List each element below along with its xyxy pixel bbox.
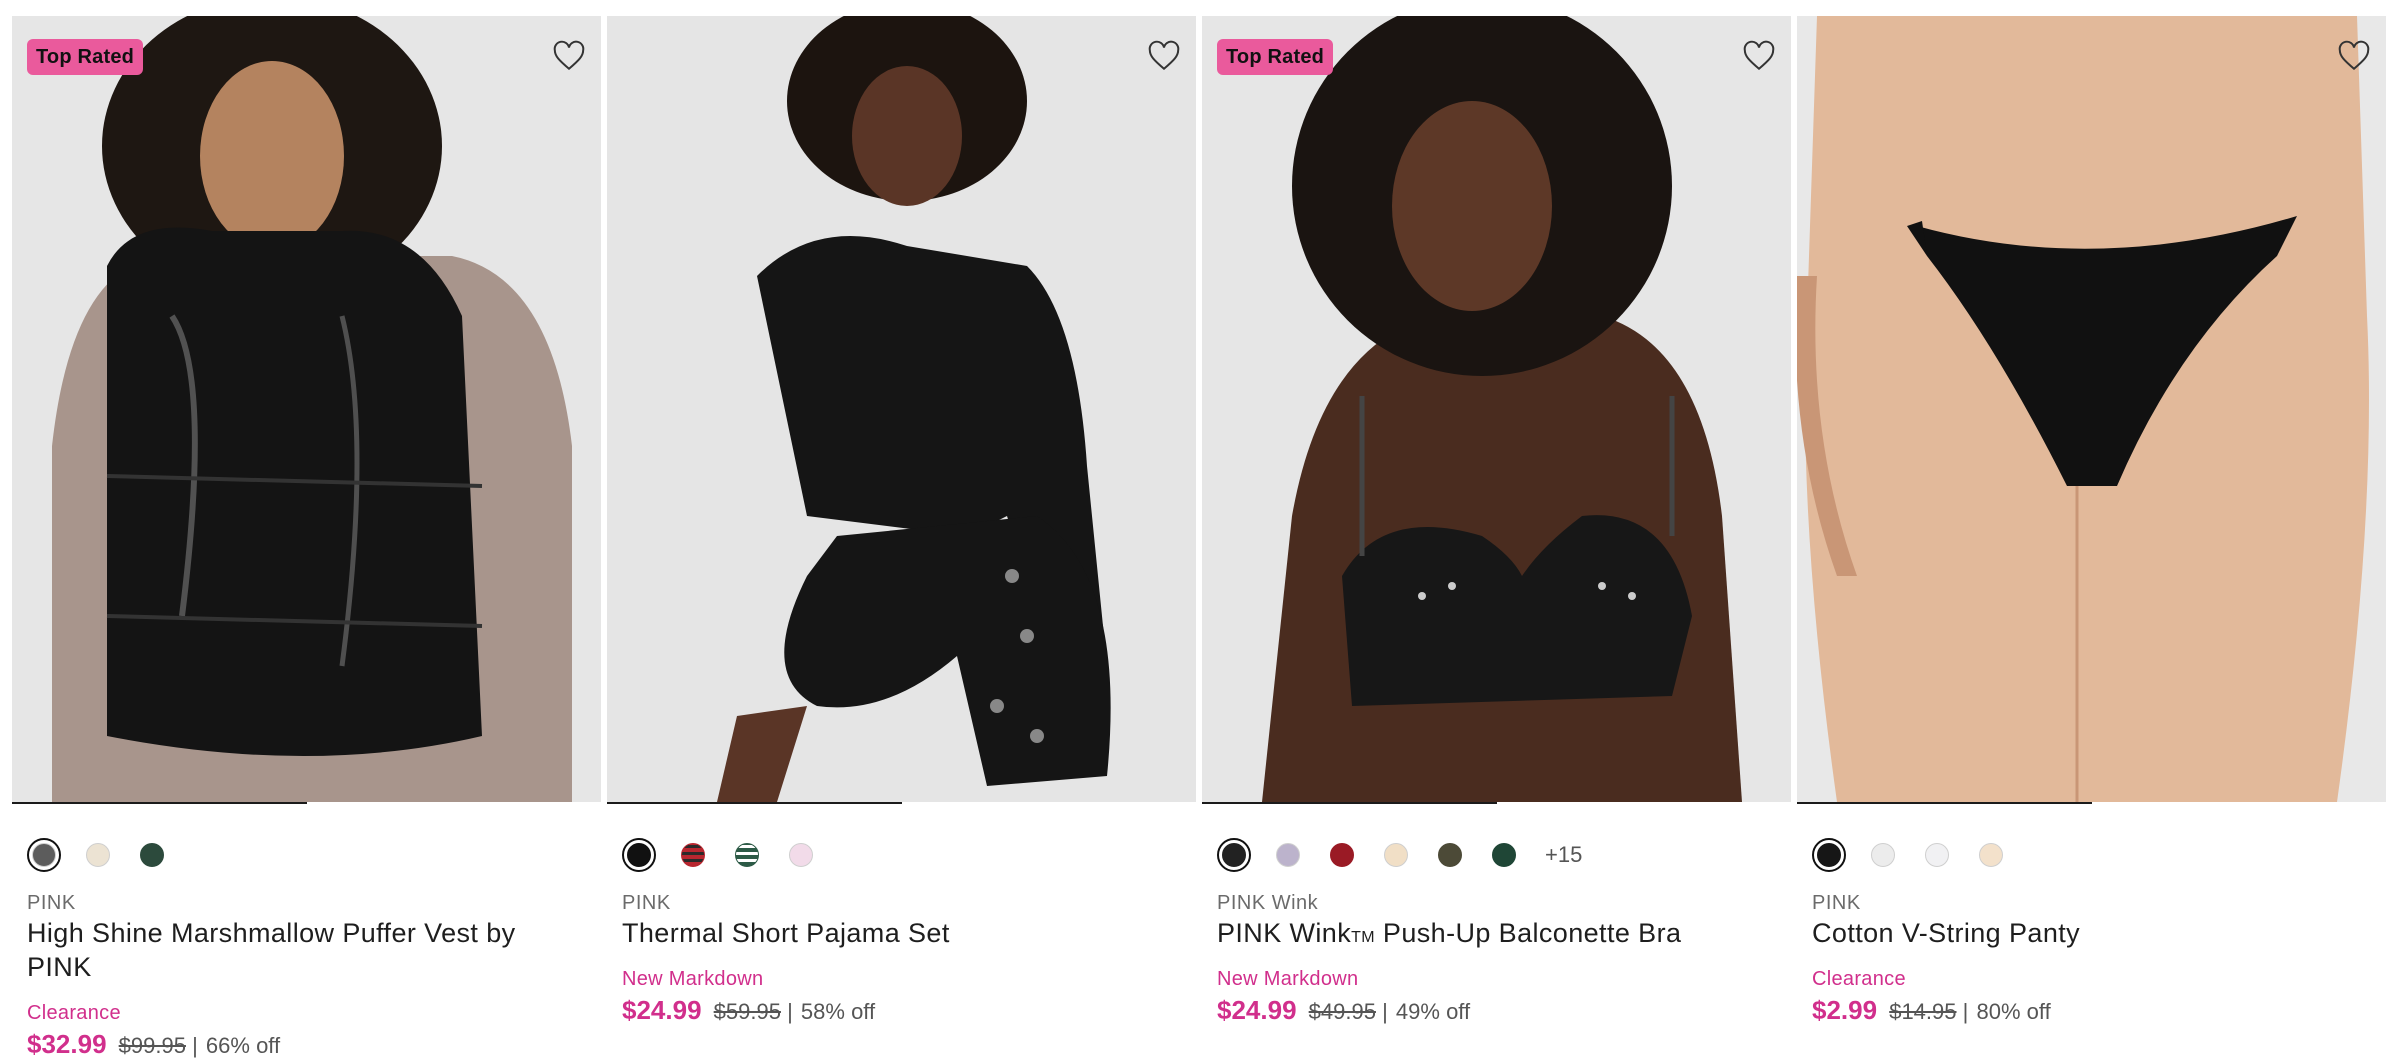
product-grid: Top Rated PINK High Shine Marshmallow Pu… xyxy=(12,16,2386,1059)
product-card-v-string-panty[interactable]: PINK Cotton V-String Panty Clearance $2.… xyxy=(1797,16,2386,1046)
color-swatch[interactable] xyxy=(1379,838,1413,872)
sale-status: New Markdown xyxy=(622,968,764,990)
product-card-pajama-set[interactable]: PINK Thermal Short Pajama Set New Markdo… xyxy=(607,16,1196,1046)
discount-percent: 49% off xyxy=(1395,999,1471,1024)
price-separator: | xyxy=(192,1033,198,1058)
product-image[interactable] xyxy=(607,16,1196,802)
color-swatches xyxy=(27,837,169,873)
model-photo-puffer-vest xyxy=(12,16,601,802)
wishlist-heart-icon[interactable] xyxy=(1147,39,1181,73)
price-row: $32.99 $99.95 | 66% off xyxy=(27,1029,280,1060)
product-brand: PINK xyxy=(1812,892,1861,914)
color-swatch[interactable] xyxy=(81,838,115,872)
product-card-balconette-bra[interactable]: Top Rated +15 PINK Wink PINK WinkTM Push… xyxy=(1202,16,1791,1046)
color-swatch[interactable] xyxy=(1974,838,2008,872)
color-swatch[interactable] xyxy=(135,838,169,872)
color-swatch[interactable] xyxy=(1920,838,1954,872)
product-name-part: Push-Up Balconette Bra xyxy=(1375,918,1682,948)
product-brand: PINK xyxy=(27,892,76,914)
product-image[interactable]: Top Rated xyxy=(12,16,601,802)
color-swatches xyxy=(1812,837,2008,873)
color-swatch[interactable] xyxy=(1433,838,1467,872)
model-photo-balconette-bra xyxy=(1202,16,1791,802)
price-separator: | xyxy=(1382,999,1388,1024)
color-swatch[interactable] xyxy=(676,838,710,872)
image-carousel-indicator xyxy=(607,802,902,804)
sale-price: $2.99 xyxy=(1812,995,1878,1025)
product-card-puffer-vest[interactable]: Top Rated PINK High Shine Marshmallow Pu… xyxy=(12,16,601,1059)
image-carousel-indicator xyxy=(1797,802,2092,804)
product-name[interactable]: PINK WinkTM Push-Up Balconette Bra xyxy=(1217,916,1757,955)
price-separator: | xyxy=(1962,999,1969,1024)
image-carousel-indicator xyxy=(1202,802,1497,804)
top-rated-badge: Top Rated xyxy=(1217,39,1334,75)
color-swatch[interactable] xyxy=(27,838,61,872)
color-swatch[interactable] xyxy=(730,838,764,872)
model-photo-pajama-set xyxy=(607,16,1196,802)
product-name-part: PINK Wink xyxy=(1217,918,1352,948)
product-image[interactable] xyxy=(1797,16,2386,802)
price-row: $24.99 $49.95 | 49% off xyxy=(1217,995,1470,1026)
product-name[interactable]: Thermal Short Pajama Set xyxy=(622,916,1162,950)
color-swatch[interactable] xyxy=(1271,838,1305,872)
product-brand: PINK Wink xyxy=(1217,892,1319,914)
sale-status: New Markdown xyxy=(1217,968,1359,990)
product-name[interactable]: Cotton V-String Panty xyxy=(1812,916,2352,950)
product-image[interactable]: Top Rated xyxy=(1202,16,1791,802)
price-row: $2.99 $14.95 | 80% off xyxy=(1812,995,2051,1026)
product-brand: PINK xyxy=(622,892,671,914)
more-colors-count[interactable]: +15 xyxy=(1545,842,1582,868)
original-price: $59.95 xyxy=(713,999,781,1024)
wishlist-heart-icon[interactable] xyxy=(552,39,586,73)
color-swatches xyxy=(622,837,818,873)
price-separator: | xyxy=(787,999,793,1024)
sale-price: $24.99 xyxy=(1217,995,1297,1025)
color-swatch[interactable] xyxy=(622,838,656,872)
model-photo-v-string-panty xyxy=(1797,16,2386,802)
trademark-mark: TM xyxy=(1351,929,1376,946)
discount-percent: 80% off xyxy=(1976,999,2051,1024)
color-swatch[interactable] xyxy=(1325,838,1359,872)
discount-percent: 66% off xyxy=(205,1033,281,1058)
color-swatches: +15 xyxy=(1217,837,1582,873)
sale-price: $24.99 xyxy=(622,995,702,1025)
wishlist-heart-icon[interactable] xyxy=(2337,39,2371,73)
product-name[interactable]: High Shine Marshmallow Puffer Vest by PI… xyxy=(27,916,567,984)
color-swatch[interactable] xyxy=(1866,838,1900,872)
sale-status: Clearance xyxy=(1812,968,1906,990)
discount-percent: 58% off xyxy=(800,999,876,1024)
color-swatch[interactable] xyxy=(1217,838,1251,872)
image-carousel-indicator xyxy=(12,802,307,804)
top-rated-badge: Top Rated xyxy=(27,39,144,75)
color-swatch[interactable] xyxy=(1812,838,1846,872)
sale-price: $32.99 xyxy=(27,1029,107,1059)
sale-status: Clearance xyxy=(27,1002,121,1024)
original-price: $99.95 xyxy=(118,1033,186,1058)
price-row: $24.99 $59.95 | 58% off xyxy=(622,995,875,1026)
color-swatch[interactable] xyxy=(784,838,818,872)
wishlist-heart-icon[interactable] xyxy=(1742,39,1776,73)
original-price: $14.95 xyxy=(1889,999,1957,1024)
color-swatch[interactable] xyxy=(1487,838,1521,872)
original-price: $49.95 xyxy=(1308,999,1376,1024)
